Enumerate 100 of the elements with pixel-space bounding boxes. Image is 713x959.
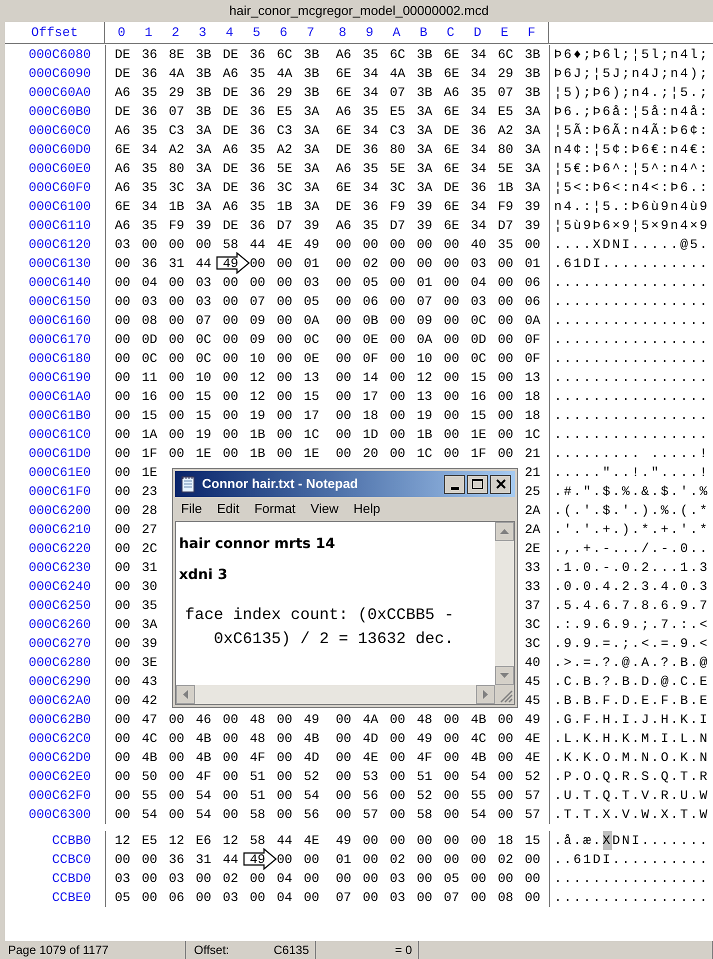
hex-byte: 13 — [302, 368, 320, 387]
hex-byte: 07 — [496, 84, 514, 102]
hex-byte: 3A — [194, 160, 212, 178]
hex-byte: 3B — [524, 84, 542, 102]
menu-item[interactable]: Format — [254, 499, 296, 519]
hex-byte: 3A — [194, 122, 212, 140]
hex-byte: 0C — [194, 350, 212, 368]
hex-byte: 25 — [524, 482, 542, 501]
offset-label: 000C60B0 — [28, 104, 91, 119]
hex-byte: 00 — [362, 870, 380, 888]
hex-byte: 0A — [416, 330, 434, 349]
hex-byte: 3B — [416, 46, 434, 64]
ascii-text: .L.K.H.K.M.I.L.N — [554, 730, 710, 748]
hex-byte: DE — [222, 216, 240, 235]
column-header: E — [500, 24, 510, 42]
offset-label: 000C61E0 — [28, 464, 91, 480]
hex-byte: 3A — [302, 122, 320, 140]
menu-item[interactable]: Help — [353, 499, 380, 519]
hex-byte: 05 — [114, 888, 132, 907]
offset-label: 000C60D0 — [28, 142, 91, 157]
hex-byte: 00 — [362, 236, 380, 254]
hex-byte: 00 — [114, 482, 132, 501]
column-header: 5 — [252, 24, 262, 42]
hex-byte: 00 — [496, 444, 514, 463]
hex-byte: 00 — [276, 426, 294, 444]
hex-byte: 3A — [194, 198, 212, 216]
hex-byte: 00 — [388, 292, 406, 311]
hex-byte: A6 — [222, 198, 240, 216]
hex-byte: 3A — [302, 178, 320, 197]
hex-byte: 00 — [470, 870, 488, 888]
hex-byte: 00 — [222, 368, 240, 387]
hex-byte: 3E — [140, 654, 158, 672]
hex-byte: 00 — [114, 730, 132, 748]
hex-byte: 57 — [524, 806, 542, 824]
menu-item[interactable]: File — [181, 499, 202, 519]
hex-byte: 00 — [276, 806, 294, 824]
hex-byte: 3A — [302, 102, 320, 121]
hex-byte: 00 — [334, 368, 352, 387]
column-header: 1 — [144, 24, 154, 42]
hex-byte: 00 — [442, 236, 460, 254]
hex-byte: 39 — [302, 216, 320, 235]
hex-byte: 3A — [416, 122, 434, 140]
hex-byte: 00 — [248, 274, 266, 292]
hex-byte: 56 — [362, 786, 380, 805]
offset-label: 000C60A0 — [28, 84, 91, 100]
hex-byte: 3B — [302, 46, 320, 64]
hex-byte: 1B — [248, 444, 266, 463]
horizontal-scrollbar[interactable] — [176, 685, 495, 704]
hex-byte: 00 — [114, 350, 132, 368]
ascii-text: .G.F.H.I.J.H.K.I — [554, 710, 710, 729]
hex-byte: 4D — [302, 748, 320, 767]
hex-byte: E5 — [276, 102, 294, 121]
menu-item[interactable]: View — [310, 499, 338, 519]
hex-byte: 36 — [140, 102, 158, 121]
hex-byte: 34 — [362, 122, 380, 140]
close-button[interactable] — [490, 474, 511, 494]
hex-byte: 6E — [442, 160, 460, 178]
hex-byte: 35 — [496, 236, 514, 254]
hex-byte: 36 — [470, 178, 488, 197]
hex-byte: 35 — [248, 140, 266, 159]
hex-byte: 28 — [140, 502, 158, 520]
hex-byte: 01 — [302, 254, 320, 273]
text-area[interactable]: hair connor mrts 14 xdni 3 face index count: (0xCCBB5 - 0xC6135) / 2 = 13632 dec. — [176, 522, 495, 685]
hex-byte: 03 — [222, 888, 240, 907]
hex-byte: 54 — [470, 806, 488, 824]
vertical-scrollbar[interactable] — [495, 522, 514, 685]
hex-byte: 00 — [442, 444, 460, 463]
maximize-button[interactable] — [467, 474, 488, 494]
ascii-text: n4.:¦5.:Þ6ù9n4ù9 — [554, 198, 710, 216]
hex-byte: 00 — [276, 768, 294, 786]
hex-byte: 00 — [140, 888, 158, 907]
hex-byte: 00 — [222, 730, 240, 748]
hex-byte: 00 — [442, 426, 460, 444]
hex-byte: 00 — [496, 768, 514, 786]
hex-byte: 00 — [222, 806, 240, 824]
hex-byte: 00 — [442, 768, 460, 786]
hex-byte: 01 — [334, 850, 352, 869]
hex-byte: 03 — [114, 236, 132, 254]
hex-byte: 1A — [140, 426, 158, 444]
hex-byte: 3A — [302, 140, 320, 159]
hex-byte: E6 — [194, 832, 212, 850]
hex-byte: A6 — [114, 160, 132, 178]
hex-byte: 4A — [388, 64, 406, 83]
hex-byte: 5E — [496, 160, 514, 178]
hex-byte: 00 — [114, 444, 132, 463]
minimize-button[interactable] — [444, 474, 465, 494]
hex-byte: 36 — [248, 84, 266, 102]
hex-byte: 35 — [248, 64, 266, 83]
hex-byte: 15 — [302, 388, 320, 406]
hex-byte: 00 — [442, 850, 460, 869]
hex-byte: 4E — [276, 236, 294, 254]
hex-byte: 00 — [496, 786, 514, 805]
hex-byte: 07 — [334, 888, 352, 907]
hex-byte: 00 — [524, 888, 542, 907]
ascii-text: .>.=.?.@.A.?.B.@ — [554, 654, 710, 672]
hex-byte: 00 — [168, 312, 186, 330]
hex-byte: 5E — [276, 160, 294, 178]
hex-byte: 80 — [496, 140, 514, 159]
offset-label: CCBD0 — [52, 870, 91, 886]
menu-item[interactable]: Edit — [216, 499, 240, 519]
